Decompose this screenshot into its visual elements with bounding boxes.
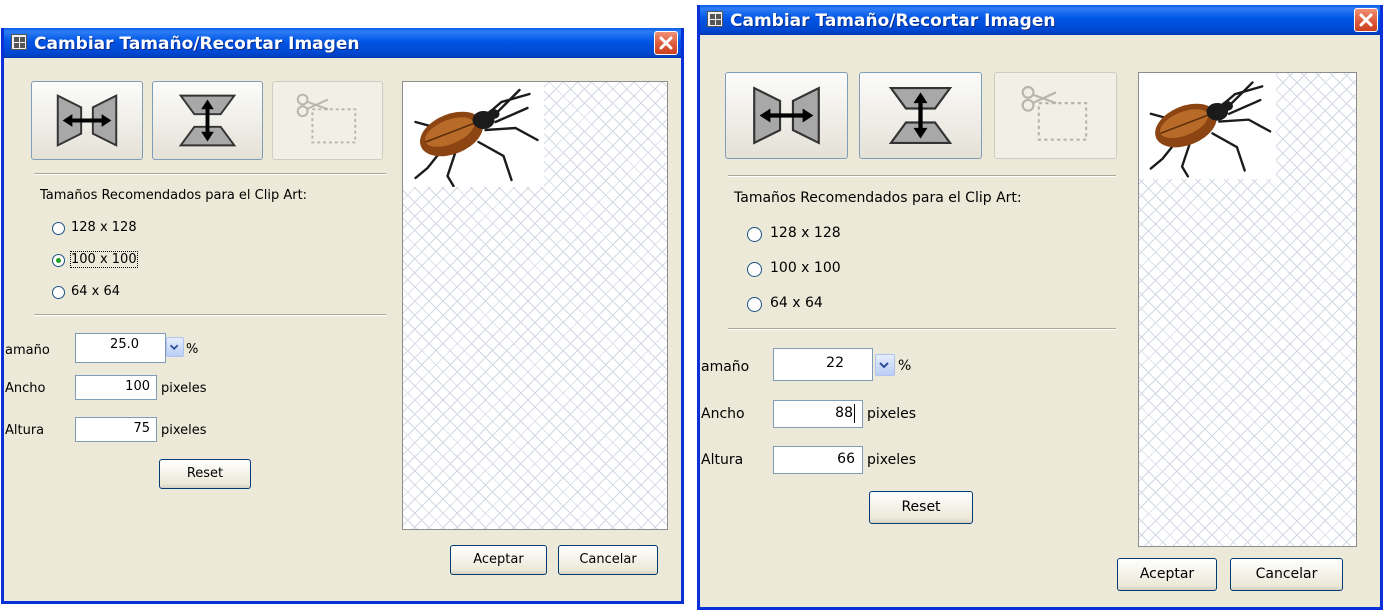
window-title: Cambiar Tamaño/Recortar Imagen [34,34,360,54]
size-dropdown-button[interactable] [875,354,895,376]
resize-crop-dialog: Cambiar Tamaño/Recortar Imagen Tamaños R… [697,5,1383,610]
close-button[interactable] [1354,8,1378,32]
cancel-button[interactable]: Cancelar [558,545,658,575]
width-field[interactable]: 100 [75,375,157,400]
size-dropdown-button[interactable] [166,337,184,357]
height-label: Altura [5,423,45,438]
resize-height-button[interactable] [152,81,263,160]
preview-thumbnail [1139,73,1276,179]
size-128-label[interactable]: 128 x 128 [71,220,137,235]
chevron-down-icon [169,344,179,351]
resize-width-button[interactable] [31,81,143,160]
height-field[interactable]: 66 [773,446,863,474]
height-pixels-label: pixeles [867,452,917,468]
resize-width-icon [56,94,118,147]
cancel-button[interactable]: Cancelar [1230,558,1343,591]
width-label: Ancho [5,381,46,396]
chevron-down-icon [879,362,889,369]
height-label: Altura [701,452,744,468]
reset-button[interactable]: Reset [159,459,251,489]
size-64-radio[interactable] [52,286,65,299]
title-bar[interactable]: Cambiar Tamaño/Recortar Imagen [4,28,681,58]
resize-height-icon [888,86,953,145]
window-title: Cambiar Tamaño/Recortar Imagen [730,11,1056,31]
size-64-radio[interactable] [747,297,762,312]
app-icon [707,11,723,27]
resize-height-button[interactable] [859,72,982,159]
size-100-label[interactable]: 100 x 100 [770,260,841,276]
size-label: amaño [701,359,750,375]
close-icon [1359,13,1373,27]
crop-scissors-icon [1021,85,1088,141]
close-button[interactable] [654,31,678,55]
image-preview [402,81,668,530]
size-128-label[interactable]: 128 x 128 [770,225,841,241]
crop-button[interactable] [994,72,1117,159]
size-label: amaño [5,343,50,358]
size-64-label[interactable]: 64 x 64 [770,295,823,311]
width-field[interactable]: 88 [773,400,863,428]
separator [728,175,1116,177]
app-icon [11,34,27,50]
width-pixels-label: pixeles [161,381,207,396]
size-64-label[interactable]: 64 x 64 [71,284,120,299]
width-pixels-label: pixeles [867,406,917,422]
size-100-label[interactable]: 100 x 100 [70,251,138,268]
beetle-image [414,88,539,187]
size-128-radio[interactable] [747,227,762,242]
resize-height-icon [178,94,237,147]
beetle-image [1149,81,1272,178]
height-pixels-label: pixeles [161,423,207,438]
preview-thumbnail [403,82,544,187]
width-label: Ancho [701,406,745,422]
separator [728,328,1116,330]
close-icon [659,36,673,50]
resize-width-button[interactable] [725,72,848,159]
percent-label: % [898,358,912,374]
text-cursor [854,404,855,423]
accept-button[interactable]: Aceptar [1117,558,1217,591]
accept-button[interactable]: Aceptar [450,545,547,575]
crop-button[interactable] [272,81,383,160]
separator [34,173,386,175]
size-percent-combobox[interactable]: 22 [773,348,873,381]
height-field[interactable]: 75 [75,417,157,442]
resize-crop-dialog: Cambiar Tamaño/Recortar Imagen Tamaños R… [1,28,684,604]
recommended-sizes-label: Tamaños Recomendados para el Clip Art: [40,188,308,203]
recommended-sizes-label: Tamaños Recomendados para el Clip Art: [734,190,1022,206]
reset-button[interactable]: Reset [869,491,973,524]
size-100-radio[interactable] [747,262,762,277]
percent-label: % [186,342,199,357]
size-percent-combobox[interactable]: 25.0 [75,333,166,363]
resize-width-icon [753,86,820,145]
crop-scissors-icon [296,93,357,144]
size-100-radio[interactable] [52,254,65,267]
separator [34,314,386,316]
size-128-radio[interactable] [52,222,65,235]
title-bar[interactable]: Cambiar Tamaño/Recortar Imagen [700,5,1380,35]
image-preview [1138,72,1357,547]
